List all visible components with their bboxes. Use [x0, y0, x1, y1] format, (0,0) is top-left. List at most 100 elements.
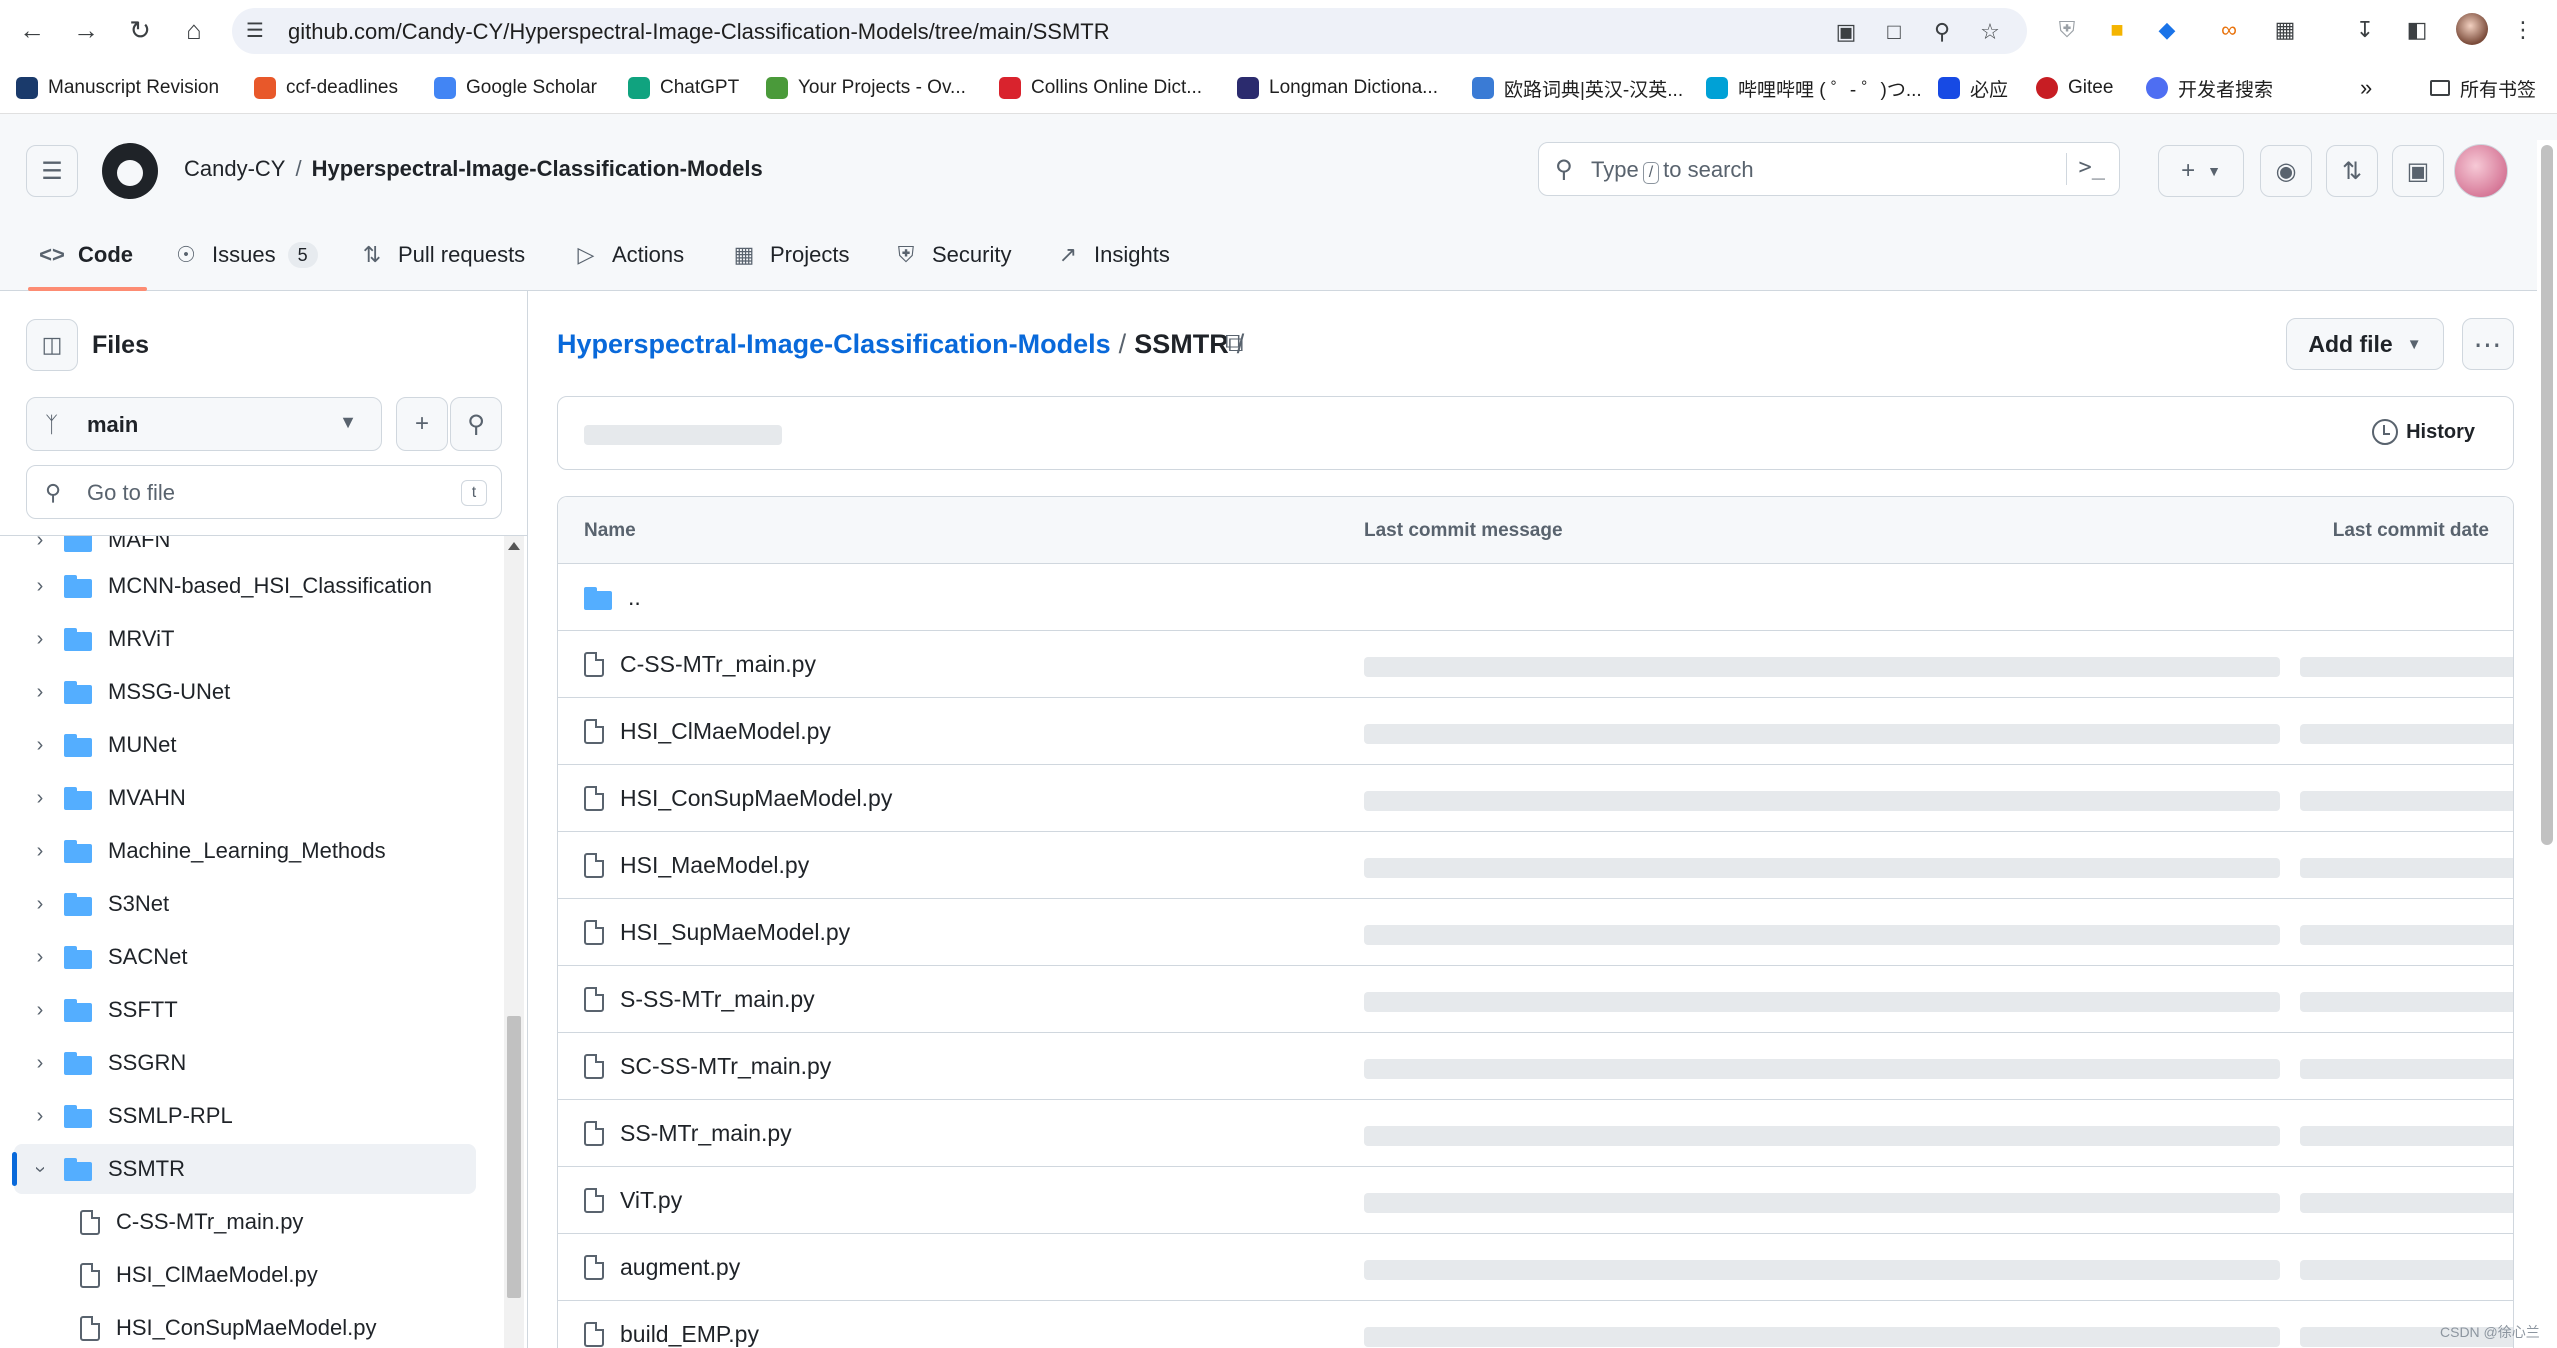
table-row[interactable]: SS-MTr_main.py: [558, 1100, 2513, 1167]
page-scrollbar[interactable]: [2537, 140, 2557, 1348]
browser-menu-icon[interactable]: ⋮: [2508, 15, 2538, 45]
tree-folder-s3net[interactable]: › S3Net: [14, 879, 476, 929]
install-app-icon[interactable]: ▣: [1832, 18, 1860, 46]
file-link[interactable]: HSI_ClMaeModel.py: [584, 698, 831, 765]
table-row[interactable]: HSI_ClMaeModel.py: [558, 698, 2513, 765]
tree-folder-mssg-unet[interactable]: › MSSG-UNet: [14, 667, 476, 717]
tree-file-hsi-clmaemodel[interactable]: HSI_ClMaeModel.py: [80, 1250, 318, 1300]
page-scrollbar-thumb[interactable]: [2541, 145, 2553, 845]
table-row[interactable]: HSI_ConSupMaeModel.py: [558, 765, 2513, 832]
side-panel-icon[interactable]: ◧: [2402, 15, 2432, 45]
bookmark-bing[interactable]: 必应: [1938, 74, 2008, 102]
tree-folder-mcnn[interactable]: › MCNN-based_HSI_Classification: [14, 561, 476, 611]
tree-folder-sacnet[interactable]: › SACNet: [14, 932, 476, 982]
table-row[interactable]: augment.py: [558, 1234, 2513, 1301]
scroll-up-arrow-icon[interactable]: [508, 542, 520, 550]
bookmarks-overflow-chevron-icon[interactable]: »: [2360, 74, 2372, 102]
bookmark-collins[interactable]: Collins Online Dict...: [999, 74, 1202, 102]
pull-requests-icon[interactable]: ⇅: [2326, 145, 2378, 197]
back-arrow-icon[interactable]: ←: [14, 12, 50, 48]
extension-diamond-icon[interactable]: ◆: [2152, 15, 2182, 45]
tab-projects[interactable]: ▦ Projects: [730, 220, 850, 290]
extensions-puzzle-icon[interactable]: ▦: [2270, 15, 2300, 45]
tab-insights[interactable]: ↗ Insights: [1054, 220, 1170, 290]
table-row[interactable]: build_EMP.py: [558, 1301, 2513, 1348]
extension-folder-icon[interactable]: ■: [2102, 15, 2132, 45]
tab-pull-requests[interactable]: ⇅ Pull requests: [358, 220, 525, 290]
tree-folder-ssmlp-rpl[interactable]: › SSMLP-RPL: [14, 1091, 476, 1141]
github-logo-icon[interactable]: [102, 143, 158, 199]
global-search-input[interactable]: ⚲ Type / to search >_: [1538, 142, 2120, 196]
bookmark-star-icon[interactable]: ☆: [1976, 18, 2004, 46]
reload-icon[interactable]: ↻: [122, 12, 158, 48]
bookmark-longman[interactable]: Longman Dictiona...: [1237, 74, 1438, 102]
file-link[interactable]: SS-MTr_main.py: [584, 1100, 792, 1167]
command-palette-icon[interactable]: >_: [2079, 155, 2106, 180]
parent-directory-link[interactable]: ..: [584, 564, 641, 631]
profile-avatar[interactable]: [2456, 13, 2488, 45]
more-options-icon[interactable]: ⋯: [2462, 318, 2514, 370]
bookmark-eudic[interactable]: 欧路词典|英汉-汉英...: [1472, 74, 1683, 102]
address-bar[interactable]: ☰ github.com/Candy-CY/Hyperspectral-Imag…: [232, 8, 2027, 54]
hamburger-menu-icon[interactable]: ☰: [26, 145, 78, 197]
tree-folder-munet[interactable]: › MUNet: [14, 720, 476, 770]
extension-infinity-icon[interactable]: ∞: [2214, 15, 2244, 45]
bookmark-chatgpt[interactable]: ChatGPT: [628, 74, 739, 102]
bookmark-manuscript-revision[interactable]: Manuscript Revision: [16, 74, 219, 102]
file-link[interactable]: C-SS-MTr_main.py: [584, 631, 816, 698]
search-files-button[interactable]: ⚲: [450, 397, 502, 451]
bookmark-google-scholar[interactable]: Google Scholar: [434, 74, 597, 102]
inbox-icon[interactable]: ▣: [2392, 145, 2444, 197]
tree-folder-mrvit[interactable]: › MRViT: [14, 614, 476, 664]
file-tree-scrollbar[interactable]: [504, 536, 524, 1348]
issues-icon[interactable]: ◉: [2260, 145, 2312, 197]
tree-folder-machine-learning[interactable]: › Machine_Learning_Methods: [14, 826, 476, 876]
copy-path-icon[interactable]: ⧉: [1225, 327, 1259, 361]
file-link[interactable]: HSI_SupMaeModel.py: [584, 899, 850, 966]
repo-link[interactable]: Hyperspectral-Image-Classification-Model…: [312, 156, 763, 181]
go-to-file-input[interactable]: ⚲ Go to file t: [26, 465, 502, 519]
scrollbar-thumb[interactable]: [507, 1016, 521, 1298]
tab-issues[interactable]: ☉ Issues 5: [172, 220, 318, 290]
bookmark-bilibili[interactable]: 哔哩哔哩 ( ゜- ゜)つ...: [1706, 74, 1922, 102]
url-text[interactable]: github.com/Candy-CY/Hyperspectral-Image-…: [288, 19, 1110, 45]
create-new-button[interactable]: + ▼: [2158, 145, 2244, 197]
table-row[interactable]: ViT.py: [558, 1167, 2513, 1234]
tree-folder-ssmtr[interactable]: › SSMTR: [12, 1144, 476, 1194]
bookmark-developer-search[interactable]: 开发者搜索: [2146, 74, 2273, 102]
bookmark-gitee[interactable]: Gitee: [2036, 74, 2113, 102]
all-bookmarks[interactable]: 所有书签: [2430, 74, 2536, 102]
file-link[interactable]: augment.py: [584, 1234, 740, 1301]
tab-code[interactable]: <> Code: [28, 220, 147, 291]
extension-shield-icon[interactable]: ⛨: [2052, 15, 2082, 45]
tree-file-c-ss-mtr-main[interactable]: C-SS-MTr_main.py: [80, 1197, 303, 1247]
collapse-sidebar-icon[interactable]: ◫: [26, 319, 78, 371]
user-avatar[interactable]: [2454, 144, 2508, 198]
tree-folder-ssgrn[interactable]: › SSGRN: [14, 1038, 476, 1088]
bookmark-ccf-deadlines[interactable]: ccf-deadlines: [254, 74, 398, 102]
table-row[interactable]: C-SS-MTr_main.py: [558, 631, 2513, 698]
download-icon[interactable]: ↧: [2350, 15, 2380, 45]
bookmark-your-projects[interactable]: Your Projects - Ov...: [766, 74, 966, 102]
branch-selector[interactable]: ᛉ main ▼: [26, 397, 382, 451]
history-link[interactable]: History: [2372, 419, 2475, 445]
add-file-button[interactable]: Add file ▼: [2286, 318, 2444, 370]
file-link[interactable]: S-SS-MTr_main.py: [584, 966, 815, 1033]
forward-arrow-icon[interactable]: →: [68, 12, 104, 48]
file-link[interactable]: SC-SS-MTr_main.py: [584, 1033, 831, 1100]
path-root-link[interactable]: Hyperspectral-Image-Classification-Model…: [557, 329, 1111, 359]
tree-folder-ssftt[interactable]: › SSFTT: [14, 985, 476, 1035]
site-info-icon[interactable]: ☰: [246, 18, 272, 44]
tab-security[interactable]: ⛨ Security: [892, 220, 1012, 290]
owner-link[interactable]: Candy-CY: [184, 156, 285, 181]
file-link[interactable]: build_EMP.py: [584, 1301, 759, 1348]
table-row-parent[interactable]: ..: [558, 564, 2513, 631]
table-row[interactable]: HSI_SupMaeModel.py: [558, 899, 2513, 966]
file-link[interactable]: HSI_ConSupMaeModel.py: [584, 765, 892, 832]
table-row[interactable]: S-SS-MTr_main.py: [558, 966, 2513, 1033]
tab-actions[interactable]: ▷ Actions: [572, 220, 685, 290]
table-row[interactable]: HSI_MaeModel.py: [558, 832, 2513, 899]
table-row[interactable]: SC-SS-MTr_main.py: [558, 1033, 2513, 1100]
zoom-icon[interactable]: ⚲: [1928, 18, 1956, 46]
home-icon[interactable]: ⌂: [176, 12, 212, 48]
